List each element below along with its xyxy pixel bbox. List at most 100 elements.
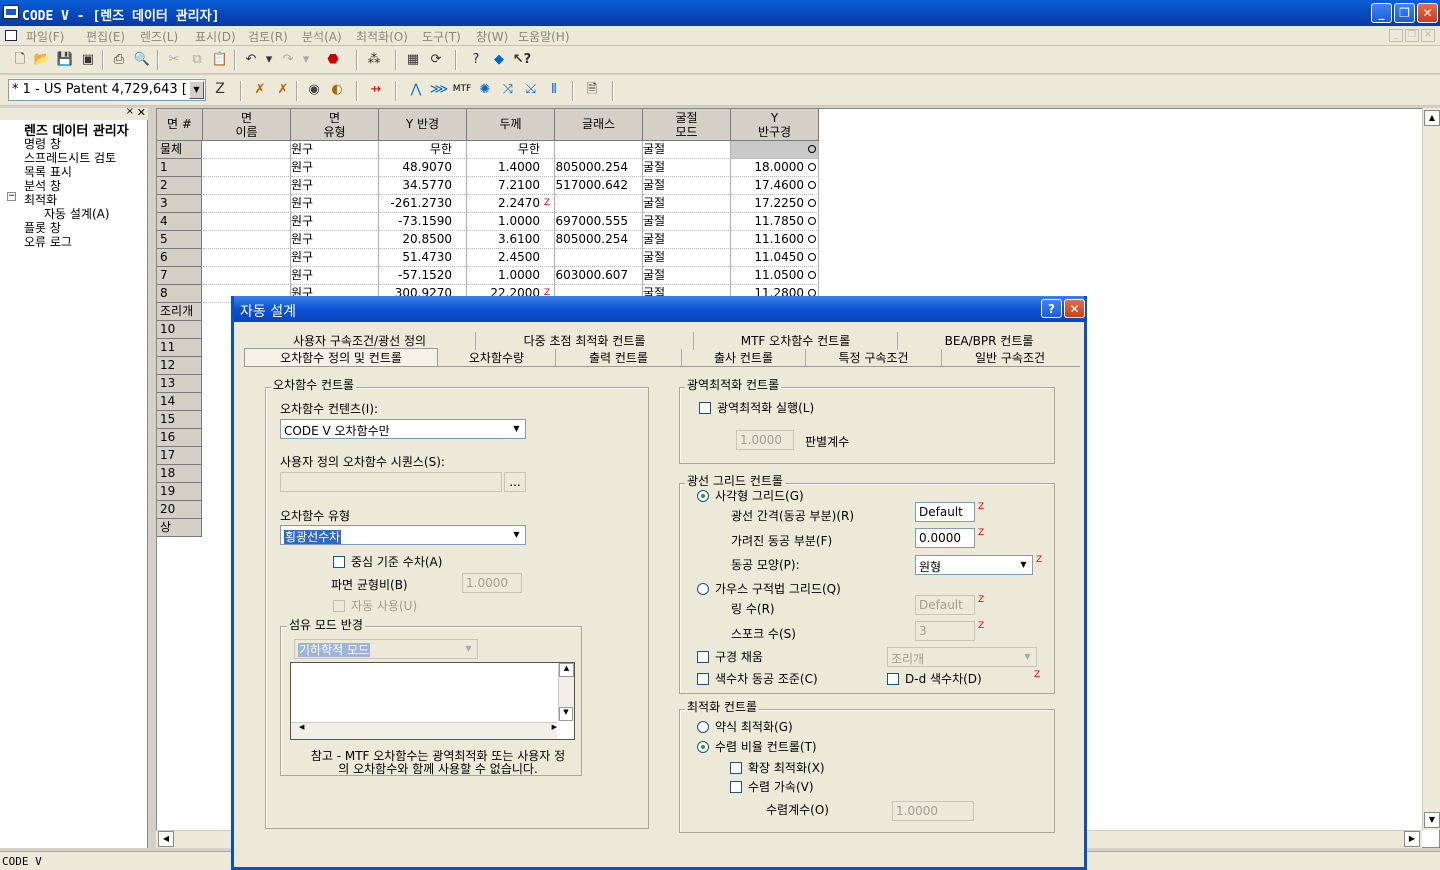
search-icon[interactable]: ⟳ [426,50,446,70]
y-radius-cell[interactable]: -73.1590 [379,213,467,231]
glass-cell[interactable]: 517000.642 [555,177,643,195]
image-icon[interactable]: ▣ [78,50,98,70]
freeze-icon[interactable]: ✗ [273,80,293,100]
ray-fan-icon[interactable]: ⋙ [429,80,449,100]
variable-circle-icon[interactable] [808,217,816,225]
refract-mode-cell[interactable]: 굴절 [643,177,731,195]
pupil-shape-select[interactable]: 원형 ▼ [915,555,1033,575]
surface-name-cell[interactable] [203,267,291,285]
global-opt-checkbox[interactable] [699,402,711,414]
tab-mtf-merit[interactable]: MTF 오차함수 컨트롤 [694,332,898,350]
mdi-restore-icon[interactable]: ❐ [1405,29,1419,42]
undo-icon[interactable]: ↶ [241,50,261,70]
convergence-accel-checkbox[interactable] [730,781,742,793]
lens-info-icon[interactable]: ⁂ [364,50,384,70]
convergence-coef-input[interactable]: 1.0000 [892,801,974,821]
variable-circle-icon[interactable] [808,271,816,279]
glass-cell[interactable] [555,195,643,213]
surface-type-cell[interactable]: 원구 [291,213,379,231]
row-header[interactable]: 14 [157,393,202,411]
ring-count-input[interactable]: Default [915,595,975,615]
row-header[interactable]: 15 [157,411,202,429]
surface-name-cell[interactable] [203,159,291,177]
mtf-icon[interactable]: MTF [452,80,472,100]
copy-icon[interactable]: ⧉ [187,50,207,70]
gauss-grid-radio[interactable] [697,583,709,595]
redo-icon[interactable]: ↷ [278,50,298,70]
minimize-button[interactable]: _ [1371,3,1392,23]
discriminant-input[interactable]: 1.0000 [736,430,794,450]
print-icon[interactable]: ⎙ [109,50,129,70]
fiber-mode-select[interactable]: 기하학적 모드 ▼ [294,639,478,659]
surface-type-cell[interactable]: 원구 [291,267,379,285]
menu-help[interactable]: 도움말(H) [518,28,570,45]
spot-diagram-icon[interactable]: ✺ [475,80,495,100]
surface-type-cell[interactable]: 원구 [291,195,379,213]
thickness-cell[interactable]: 1.0000 [467,267,555,285]
glass-cell[interactable]: 805000.254 [555,159,643,177]
dialog-help-button[interactable]: ? [1041,299,1062,318]
merit-type-select[interactable]: 횡광선수차 ▼ [280,525,526,545]
books-icon[interactable]: ◆ [489,50,509,70]
help-book-icon[interactable]: ? [466,50,486,70]
header-y-semi-aperture[interactable]: Y 반구경 [731,109,819,141]
refract-mode-cell[interactable]: 굴절 [643,195,731,213]
calculator-icon[interactable]: ▦ [403,50,423,70]
variable-circle-icon[interactable] [808,253,816,261]
lens-selector[interactable]: * 1 - US Patent 4,729,643 [ ▼ [8,79,206,101]
tab-output-control[interactable]: 출력 컨트롤 [556,349,682,367]
variable-circle-icon[interactable] [808,163,816,171]
distortion-icon[interactable]: ⦀ [544,80,564,100]
thickness-cell[interactable]: 무한 [467,141,555,159]
open-icon[interactable]: 📂 [32,50,52,70]
surface-name-cell[interactable] [203,177,291,195]
semi-aperture-cell[interactable] [731,141,819,159]
cut-icon[interactable]: ✂ [164,50,184,70]
header-surface-type[interactable]: 면 유형 [291,109,379,141]
glass-cell[interactable] [555,249,643,267]
surface-name-cell[interactable] [203,249,291,267]
chevron-down-icon[interactable]: ▼ [189,81,204,99]
surface-type-cell[interactable]: 원구 [291,249,379,267]
rectangular-grid-radio[interactable] [697,490,709,502]
row-header[interactable]: 3 [157,195,202,213]
tab-specific-constraints[interactable]: 특정 구속조건 [806,349,942,367]
surface-type-cell[interactable]: 원구 [291,159,379,177]
thickness-cell[interactable]: 3.6100 [467,231,555,249]
thickness-cell[interactable]: 2.4500 [467,249,555,267]
tree-pin-icon[interactable]: × [126,106,134,117]
aberration-icon[interactable]: ⤨ [498,80,518,100]
layout-icon[interactable]: ⋀ [406,80,426,100]
pickup-icon[interactable]: ◐ [327,80,347,100]
chromatic-aim-checkbox[interactable] [697,673,709,685]
row-header[interactable]: 20 [157,501,202,519]
row-header[interactable]: 물체 [157,141,202,159]
y-radius-cell[interactable]: 48.9070 [379,159,467,177]
dd-chromatic-checkbox[interactable] [887,673,899,685]
scroll-left-icon[interactable]: ◀ [158,831,174,847]
refract-mode-cell[interactable]: 굴절 [643,159,731,177]
new-icon[interactable]: 🗋 [10,50,30,70]
redo-dropdown-icon[interactable]: ▾ [296,50,316,70]
menu-optimize[interactable]: 최적화(O) [356,28,408,45]
row-header[interactable]: 4 [157,213,202,231]
ray-trace-icon[interactable]: ⇸ [366,80,386,100]
solve-icon[interactable]: ◉ [304,80,324,100]
variable-circle-icon[interactable] [808,181,816,189]
glass-cell[interactable]: 805000.254 [555,231,643,249]
menu-display[interactable]: 표시(D) [195,28,236,45]
list-scroll-up-icon[interactable]: ▲ [559,663,574,677]
tab-bea-bpr[interactable]: BEA/BPR 컨트롤 [898,332,1080,350]
tree-collapse-icon[interactable]: − [7,192,16,201]
thickness-cell[interactable]: 2.2470 Z [467,195,555,213]
header-glass[interactable]: 글래스 [555,109,643,141]
tree-item-error-log[interactable]: 오류 로그 [24,233,72,250]
semi-aperture-cell[interactable]: 17.2250 [731,195,819,213]
y-radius-cell[interactable]: -57.1520 [379,267,467,285]
thickness-cell[interactable]: 7.2100 [467,177,555,195]
row-header[interactable]: 1 [157,159,202,177]
menu-review[interactable]: 검토(R) [248,28,288,45]
refract-mode-cell[interactable]: 굴절 [643,141,731,159]
refract-mode-cell[interactable]: 굴절 [643,213,731,231]
surface-name-cell[interactable] [203,213,291,231]
